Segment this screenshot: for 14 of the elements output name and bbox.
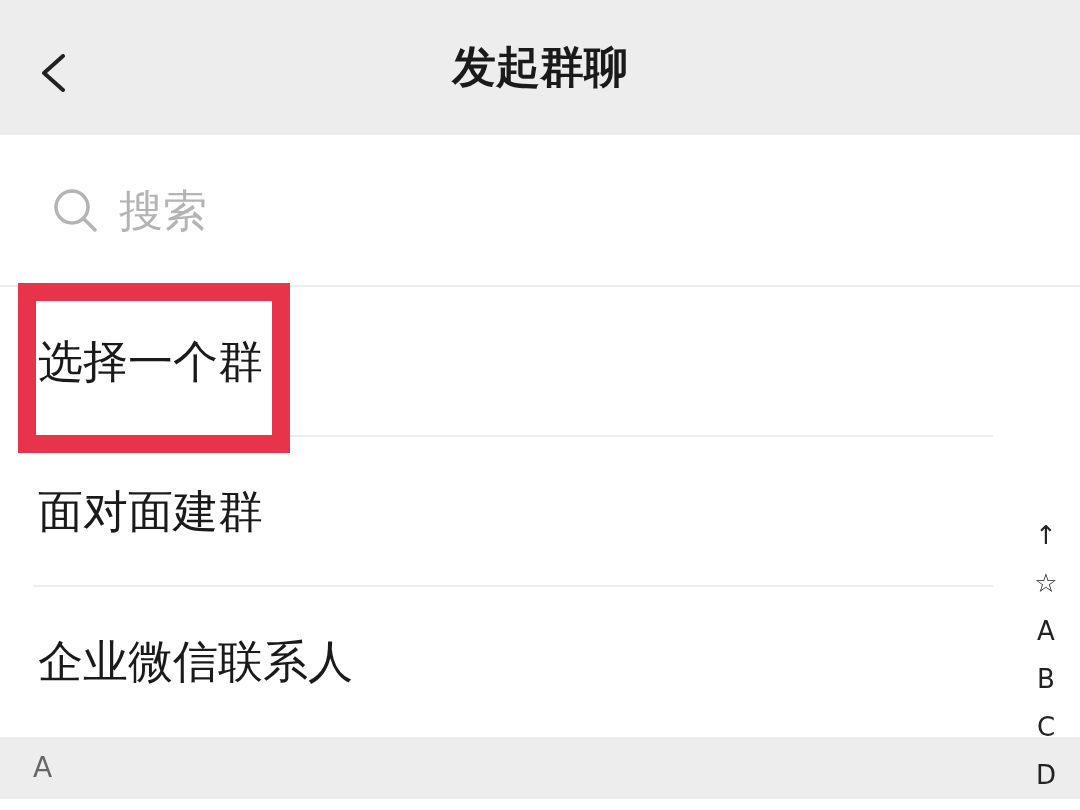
- menu-item[interactable]: 企业微信联系人: [0, 587, 990, 737]
- index-entry[interactable]: D: [1036, 751, 1056, 799]
- section-header: A: [33, 751, 53, 785]
- window-title: 发起群聊: [452, 41, 628, 94]
- menu-item[interactable]: 选择一个群: [0, 287, 990, 437]
- index-entry[interactable]: A: [1037, 607, 1055, 655]
- index-entry[interactable]: B: [1037, 655, 1055, 703]
- index-entry[interactable]: ↑: [1035, 511, 1057, 559]
- search-field[interactable]: 搜索: [119, 180, 819, 240]
- menu-item[interactable]: 面对面建群: [0, 437, 990, 587]
- back-chevron-icon: [40, 54, 66, 92]
- index-entry[interactable]: C: [1036, 703, 1056, 751]
- index-entry[interactable]: ☆: [1034, 559, 1058, 607]
- search-icon: [53, 188, 97, 232]
